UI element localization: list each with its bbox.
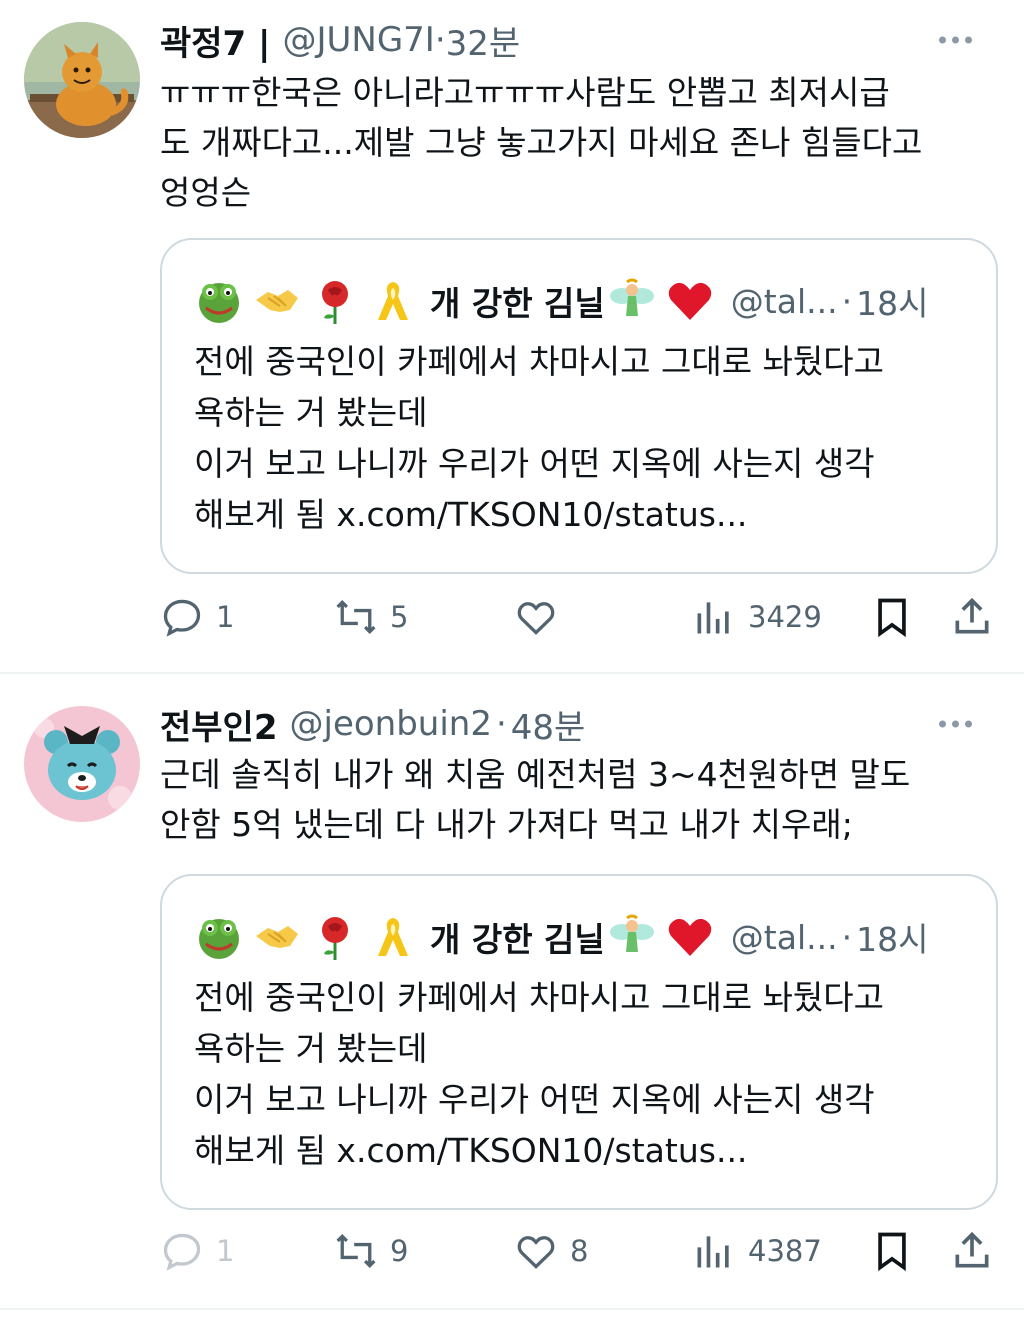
tweet-text: 근데 솔직히 내가 왜 치움 예전처럼 3~4천원하면 말도 안함 5억 냈는데… <box>160 755 911 844</box>
quoted-tweet-header: 개 강한 김닐 @tal... · 18시 <box>194 276 928 326</box>
quoted-tweet-text: 전에 중국인이 카페에서 차마시고 그대로 놔뒀다고 욕하는 거 봤는데 이거 … <box>194 342 885 534</box>
more-options-icon[interactable] <box>939 36 972 44</box>
share-button[interactable] <box>950 592 994 642</box>
bookmark-icon <box>878 598 906 638</box>
tweet-header: 전부인2 @jeonbuin2 · 48분 <box>160 700 1000 749</box>
bookmark-icon <box>878 1232 906 1272</box>
quoted-tweet[interactable]: 개 강한 김닐 @tal... · 18시 전에 중국인이 카페에서 차마시고 … <box>160 874 998 1210</box>
tweet-actions: 1 5 3429 <box>160 592 1000 642</box>
like-button[interactable] <box>514 592 570 642</box>
separator-dot: · <box>841 917 853 957</box>
views-count: 3429 <box>748 600 822 634</box>
timestamp[interactable]: 48분 <box>511 700 586 749</box>
tweet-text: ㅠㅠㅠ한국은 아니라고ㅠㅠㅠ사람도 안뽑고 최저시급 도 개짜다고...제발 그… <box>160 73 923 212</box>
retweet-count: 9 <box>390 1234 409 1268</box>
handshake-icon <box>252 276 302 326</box>
quoted-display-name[interactable]: 개 강한 김닐 <box>430 913 605 961</box>
heart-icon <box>517 1236 555 1269</box>
share-button[interactable] <box>950 1226 994 1276</box>
yellow-ribbon-icon <box>368 276 418 326</box>
avatar[interactable] <box>24 22 140 138</box>
retweet-icon <box>336 599 376 635</box>
display-name[interactable]: 전부인2 <box>160 700 278 749</box>
separator-dot: · <box>841 281 853 321</box>
tweet-actions: 1 9 8 4387 <box>160 1226 1000 1276</box>
reply-icon <box>163 1233 201 1271</box>
share-icon <box>955 597 989 634</box>
quoted-timestamp[interactable]: 18시 <box>856 913 928 961</box>
fairy-icon <box>607 912 657 962</box>
reply-button[interactable]: 1 <box>160 592 234 642</box>
quoted-user-handle[interactable]: @tal... <box>731 282 838 321</box>
user-handle[interactable]: @JUNG7I <box>282 20 434 60</box>
bookmark-button[interactable] <box>870 592 914 642</box>
retweet-count: 5 <box>390 600 409 634</box>
views-count: 4387 <box>748 1234 822 1268</box>
frog-icon <box>194 276 244 326</box>
fairy-icon <box>607 276 657 326</box>
display-name[interactable]: 곽정7 | <box>160 16 270 65</box>
reply-count: 1 <box>216 600 235 634</box>
like-count: 8 <box>570 1234 589 1268</box>
like-button[interactable]: 8 <box>514 1226 588 1276</box>
retweet-button[interactable]: 5 <box>334 592 408 642</box>
quoted-tweet-text: 전에 중국인이 카페에서 차마시고 그대로 놔뒀다고 욕하는 거 봤는데 이거 … <box>194 978 885 1170</box>
yellow-ribbon-icon <box>368 912 418 962</box>
reply-icon <box>163 599 201 637</box>
views-chart-icon <box>697 1236 729 1268</box>
tweet-header: 곽정7 | @JUNG7I · 32분 <box>160 16 1000 65</box>
quoted-timestamp[interactable]: 18시 <box>856 277 928 325</box>
reply-count: 1 <box>216 1234 235 1268</box>
quoted-user-handle[interactable]: @tal... <box>731 918 838 957</box>
frog-icon <box>194 912 244 962</box>
retweet-icon <box>336 1233 376 1269</box>
bookmark-button[interactable] <box>870 1226 914 1276</box>
quoted-display-name[interactable]: 개 강한 김닐 <box>430 277 605 325</box>
heart-icon <box>517 602 555 635</box>
timestamp[interactable]: 32분 <box>446 16 521 65</box>
red-heart-icon <box>665 912 715 962</box>
rose-icon <box>310 276 360 326</box>
views-button[interactable]: 3429 <box>692 592 822 642</box>
more-options-icon[interactable] <box>939 720 972 728</box>
rose-icon <box>310 912 360 962</box>
tweet[interactable]: 곽정7 | @JUNG7I · 32분 ㅠㅠㅠ한국은 아니라고ㅠㅠㅠ사람도 안뽑… <box>0 0 1024 674</box>
red-heart-icon <box>665 276 715 326</box>
separator-dot: · <box>495 704 507 744</box>
reply-button[interactable]: 1 <box>160 1226 234 1276</box>
quoted-tweet[interactable]: 개 강한 김닐 @tal... · 18시 전에 중국인이 카페에서 차마시고 … <box>160 238 998 574</box>
tweet[interactable]: 전부인2 @jeonbuin2 · 48분 근데 솔직히 내가 왜 치움 예전처… <box>0 674 1024 1310</box>
handshake-icon <box>252 912 302 962</box>
views-chart-icon <box>697 602 729 634</box>
share-icon <box>955 1231 989 1268</box>
user-handle[interactable]: @jeonbuin2 <box>290 704 492 744</box>
quoted-tweet-header: 개 강한 김닐 @tal... · 18시 <box>194 912 928 962</box>
separator-dot: · <box>434 20 446 60</box>
retweet-button[interactable]: 9 <box>334 1226 408 1276</box>
avatar[interactable] <box>24 706 140 822</box>
views-button[interactable]: 4387 <box>692 1226 822 1276</box>
